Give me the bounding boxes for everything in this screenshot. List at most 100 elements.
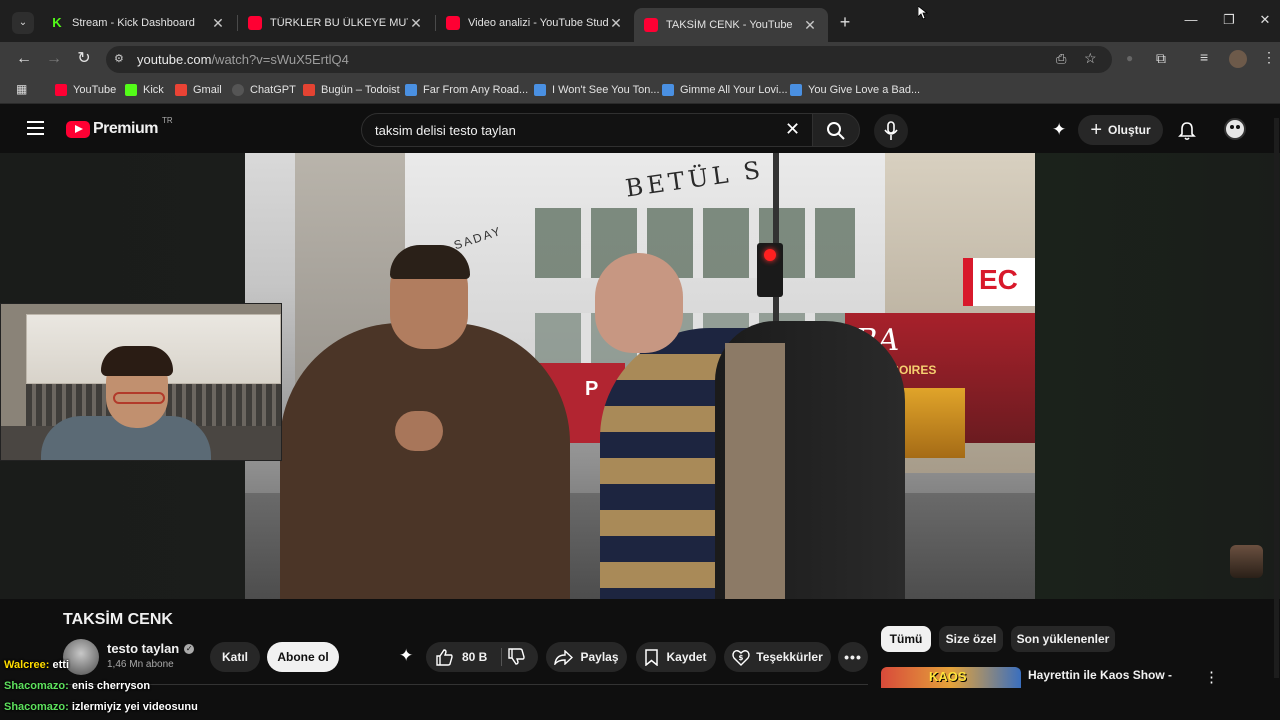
voice-search-button[interactable] <box>874 114 908 148</box>
forward-button[interactable]: → <box>44 49 64 69</box>
streamer-webcam <box>0 303 282 461</box>
url-host: youtube.com <box>137 52 212 67</box>
new-tab-button[interactable]: + <box>836 12 854 32</box>
chip-for-you[interactable]: Size özel <box>939 626 1003 652</box>
person-head-older <box>595 253 683 353</box>
bookmark-label: ChatGPT <box>250 84 296 96</box>
search-button[interactable] <box>812 113 860 147</box>
close-icon[interactable]: ✕ <box>408 15 424 32</box>
chip-recently-uploaded[interactable]: Son yüklenenler <box>1011 626 1115 652</box>
bookmark-star-icon[interactable]: ☆ <box>1084 50 1097 67</box>
restore-button[interactable]: ❐ <box>1219 12 1239 28</box>
search-icon <box>827 122 845 140</box>
clear-search-icon[interactable]: ✕ <box>785 119 800 140</box>
reload-button[interactable]: ↻ <box>74 49 94 69</box>
chat-username: Shacomazo: <box>4 680 69 692</box>
gemini-sparkle-icon[interactable]: ✦ <box>1052 120 1066 140</box>
bookmark-item[interactable]: I Won't See You Ton... <box>534 82 660 98</box>
chip-label: Son yüklenenler <box>1016 632 1110 646</box>
bookmark-label: I Won't See You Ton... <box>552 84 660 96</box>
channel-name-row[interactable]: testo taylan ✓ <box>107 641 195 656</box>
bookmark-item[interactable]: YouTube <box>55 82 116 98</box>
chevron-down-icon: ⌄ <box>18 17 28 28</box>
more-actions-button[interactable]: ••• <box>838 642 868 672</box>
install-app-icon[interactable]: ⎙ <box>1056 51 1066 67</box>
back-button[interactable]: ← <box>14 49 34 69</box>
like-button[interactable]: 80 B <box>426 648 488 666</box>
page-scrollbar[interactable] <box>1274 118 1279 678</box>
create-button[interactable]: + Oluştur <box>1078 115 1163 145</box>
bookmark-item[interactable]: Kick <box>125 82 164 98</box>
browser-tab-active[interactable]: TAKSİM CENK - YouTube ✕ <box>634 8 828 42</box>
thumbnail-text: KAOS <box>929 669 967 684</box>
logo-region: TR <box>161 115 173 125</box>
dislike-button[interactable] <box>508 648 525 668</box>
share-button[interactable]: Paylaş <box>546 642 627 672</box>
close-icon[interactable]: ✕ <box>802 17 818 34</box>
chip-all[interactable]: Tümü <box>881 626 931 652</box>
chatgpt-icon <box>232 84 244 96</box>
windows <box>535 208 855 278</box>
close-icon[interactable]: ✕ <box>608 15 624 32</box>
profile-avatar[interactable] <box>1229 50 1247 68</box>
minimize-button[interactable]: — <box>1181 12 1201 27</box>
browser-tab[interactable]: K Stream - Kick Dashboard ✕ <box>40 8 236 38</box>
side-avatar-thumbnail[interactable] <box>1230 545 1263 578</box>
join-button[interactable]: Katıl <box>210 642 260 672</box>
extensions-puzzle-icon[interactable]: ⧉ <box>1156 50 1166 67</box>
menu-icon[interactable] <box>27 121 44 135</box>
recommended-title[interactable]: Hayrettin ile Kaos Show - <box>1028 668 1172 682</box>
notifications-bell-icon[interactable] <box>1178 121 1196 141</box>
chat-text: izlermiyiz yei videosunu <box>71 701 198 713</box>
apps-grid-icon[interactable]: ▦ <box>16 82 27 96</box>
channel-name[interactable]: testo taylan <box>107 641 179 656</box>
close-window-button[interactable]: ✕ <box>1255 12 1275 28</box>
subscribe-label: Abone ol <box>277 650 329 664</box>
youtube-icon <box>55 84 67 96</box>
extension-icon[interactable]: ● <box>1126 51 1133 65</box>
youtube-premium-logo[interactable]: Premium TR <box>66 116 173 138</box>
account-avatar[interactable] <box>1224 118 1246 140</box>
sparkle-icon[interactable]: ✦ <box>399 646 413 666</box>
browser-tab[interactable]: Video analizi - YouTube Studio ✕ <box>436 8 634 38</box>
subscribe-button[interactable]: Abone ol <box>267 642 339 672</box>
subscriber-count: 1,46 Mn abone <box>107 659 174 670</box>
tab-search-button[interactable]: ⌄ <box>12 12 34 34</box>
bookmark-item[interactable]: Far From Any Road... <box>405 82 528 98</box>
bookmark-item[interactable]: You Give Love a Bad... <box>790 82 920 98</box>
like-count: 80 B <box>462 650 488 664</box>
url-text: youtube.com/watch?v=sWuX5ErtlQ4 <box>137 52 349 67</box>
chat-message: Walcree: etti <box>4 659 69 671</box>
bookmark-item[interactable]: Bugün – Todoist <box>303 82 400 98</box>
ec-sign-text: EC <box>979 264 1018 295</box>
save-button[interactable]: Kaydet <box>636 642 716 672</box>
thanks-label: Teşekkürler <box>756 650 823 664</box>
chip-label: Tümü <box>889 632 923 646</box>
webcam-glasses <box>113 392 165 404</box>
share-icon <box>554 649 574 665</box>
create-label: Oluştur <box>1108 123 1151 137</box>
tab-title: TAKSİM CENK - YouTube <box>666 19 793 31</box>
bookmark-item[interactable]: Gmail <box>175 82 222 98</box>
thanks-button[interactable]: $ Teşekkürler <box>724 642 831 672</box>
search-input[interactable]: taksim delisi testo taylan ✕ <box>361 113 813 147</box>
media-control-icon[interactable]: ≡ <box>1200 49 1208 65</box>
site-info-icon[interactable]: ⚙ <box>114 52 124 65</box>
recommended-more-icon[interactable]: ⋮ <box>1204 668 1219 686</box>
youtube-icon <box>644 18 658 32</box>
youtube-icon <box>66 120 90 138</box>
logo-text: Premium <box>93 120 158 137</box>
browser-menu-icon[interactable]: ⋮ <box>1262 49 1276 66</box>
bookmark-item[interactable]: Gimme All Your Lovi... <box>662 82 788 98</box>
bookmark-item[interactable]: ChatGPT <box>232 82 296 98</box>
address-bar[interactable]: ⚙ youtube.com/watch?v=sWuX5ErtlQ4 ⎙ ☆ <box>106 46 1112 73</box>
recommended-thumbnail[interactable]: KAOS <box>881 667 1021 688</box>
person-hair <box>390 245 470 279</box>
url-path: /watch?v=sWuX5ErtlQ4 <box>211 52 349 67</box>
browser-tab[interactable]: TÜRKLER BU ÜLKEYE MUTLAKA ✕ <box>238 8 434 38</box>
video-player[interactable]: BETÜL S SADAY RA ESSOIRES EC P <box>245 153 1035 599</box>
close-icon[interactable]: ✕ <box>210 15 226 32</box>
chat-message: Shacomazo: enis cherryson <box>4 680 150 692</box>
chat-message: Shacomazo: izlermiyiz yei videosunu <box>4 701 198 713</box>
person-hand <box>395 411 443 451</box>
